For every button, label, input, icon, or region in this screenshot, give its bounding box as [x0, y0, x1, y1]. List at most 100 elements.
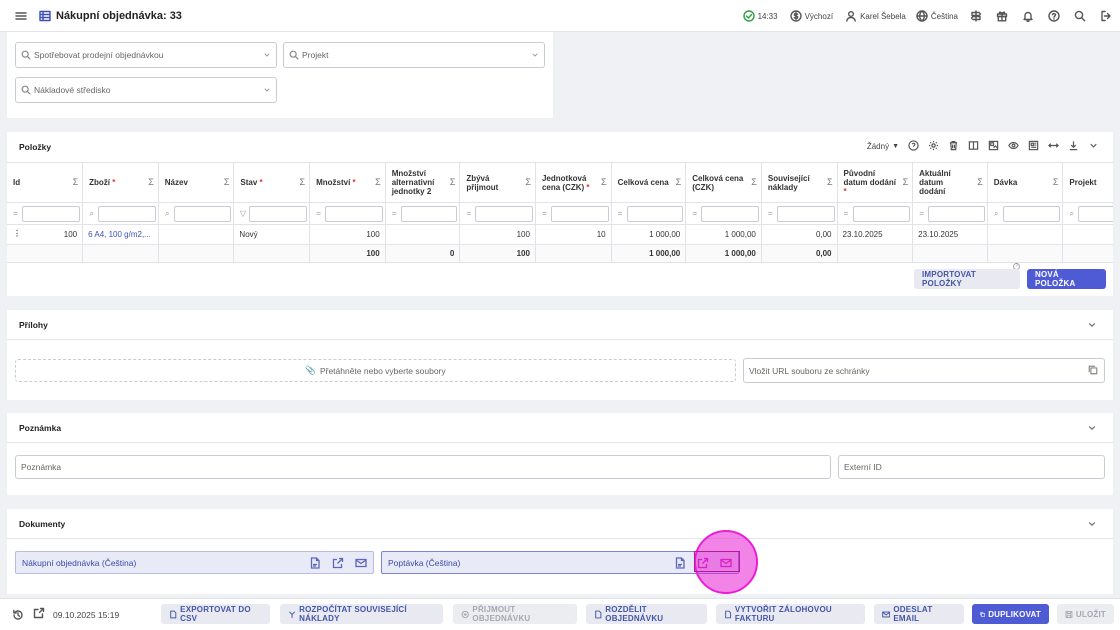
equals-icon[interactable]: =: [690, 209, 699, 218]
document-inquiry[interactable]: Poptávka (Čeština): [381, 551, 739, 574]
help-icon[interactable]: [908, 140, 919, 153]
save-button[interactable]: ULOŽIT: [1057, 604, 1114, 624]
sum-icon[interactable]: Σ: [676, 178, 682, 187]
column-header-goods[interactable]: Zboží * Σ: [82, 162, 159, 203]
search-icon[interactable]: ⌕: [163, 209, 172, 219]
table-row[interactable]: ⋮ 100 6 A4, 100 g/m2,... Nový 100 100 10 …: [7, 224, 1113, 245]
search-icon[interactable]: [1074, 10, 1086, 22]
filter-input[interactable]: [1078, 205, 1113, 222]
cost-center-field[interactable]: Nákladové středisko: [15, 77, 277, 103]
export-csv-button[interactable]: EXPORTOVAT DO CSV: [161, 604, 270, 624]
filter-input[interactable]: [928, 205, 985, 222]
cell-total-czk[interactable]: 1 000,00: [685, 224, 762, 245]
view-select[interactable]: Žádný ▼: [867, 142, 899, 151]
cell-project[interactable]: [1062, 224, 1113, 245]
equals-icon[interactable]: =: [616, 209, 625, 218]
pdf-icon[interactable]: [674, 557, 686, 571]
sum-icon[interactable]: Σ: [450, 178, 456, 187]
filter-input[interactable]: [701, 205, 759, 222]
project-field[interactable]: Projekt: [283, 42, 545, 68]
cell-quantity[interactable]: 100: [309, 224, 386, 245]
gift-icon[interactable]: [996, 10, 1008, 22]
column-header-current-date[interactable]: Aktuální datum dodání Σ: [912, 162, 988, 203]
cell-name[interactable]: [158, 224, 235, 245]
cell-unit-price[interactable]: 10: [535, 224, 612, 245]
filter-input[interactable]: [22, 205, 81, 222]
external-link-icon[interactable]: [697, 557, 709, 571]
signpost-icon[interactable]: [970, 10, 982, 22]
sum-icon[interactable]: Σ: [977, 178, 983, 187]
row-menu-icon[interactable]: ⋮: [13, 229, 21, 238]
equals-icon[interactable]: =: [390, 209, 399, 218]
equals-icon[interactable]: =: [11, 209, 20, 218]
help-icon[interactable]: [1048, 10, 1060, 22]
cell-original-date[interactable]: 23.10.2025: [837, 224, 914, 245]
filter-input[interactable]: [249, 205, 308, 222]
sum-icon[interactable]: Σ: [903, 178, 909, 187]
user-menu[interactable]: Karel Šebela: [845, 10, 906, 22]
pdf-icon[interactable]: [309, 557, 321, 571]
cell-state[interactable]: Nový: [233, 224, 311, 245]
equals-icon[interactable]: =: [766, 209, 775, 218]
sum-icon[interactable]: Σ: [224, 178, 230, 187]
equals-icon[interactable]: =: [540, 209, 549, 218]
chevron-down-icon[interactable]: [1088, 140, 1099, 153]
cell-remaining[interactable]: 100: [459, 224, 536, 245]
column-header-quantity[interactable]: Množství * Σ: [309, 162, 386, 203]
equals-icon[interactable]: =: [464, 209, 473, 218]
image-icon[interactable]: [988, 140, 999, 153]
column-header-batch[interactable]: Dávka Σ: [987, 162, 1064, 203]
filter-input[interactable]: [400, 205, 458, 222]
cell-current-date[interactable]: 23.10.2025: [912, 224, 988, 245]
equals-icon[interactable]: =: [314, 209, 323, 218]
chevron-down-icon[interactable]: [1087, 423, 1097, 433]
sum-icon[interactable]: Σ: [827, 178, 833, 187]
sum-icon[interactable]: Σ: [73, 178, 79, 187]
import-items-button[interactable]: IMPORTOVAT POLOŽKY: [914, 269, 1020, 289]
document-purchase-order[interactable]: Nákupní objednávka (Čeština): [15, 551, 374, 574]
filter-input[interactable]: [550, 205, 609, 222]
menu-icon[interactable]: [15, 10, 27, 22]
funnel-icon[interactable]: ▽: [238, 209, 247, 218]
filter-input[interactable]: [98, 205, 156, 222]
column-header-total[interactable]: Celková cena Σ: [611, 162, 687, 203]
cell-total[interactable]: 1 000,00: [611, 224, 687, 245]
column-header-total-czk[interactable]: Celková cena (CZK) Σ: [685, 162, 762, 203]
email-icon[interactable]: [720, 557, 732, 571]
settings-icon[interactable]: [928, 140, 939, 153]
currency-selector[interactable]: Výchozí: [789, 10, 833, 22]
cell-related-costs[interactable]: 0,00: [761, 224, 838, 245]
column-header-name[interactable]: Název Σ: [158, 162, 235, 203]
sum-icon[interactable]: Σ: [525, 178, 531, 187]
search-icon[interactable]: ⌕: [992, 209, 1001, 219]
calculate-costs-button[interactable]: ROZPOČÍTAT SOUVISEJÍCÍ NÁKLADY: [280, 604, 443, 624]
column-header-alt-quantity[interactable]: Množství alternativní jednotky 2 Σ: [385, 162, 461, 203]
copy-icon[interactable]: [1088, 365, 1098, 375]
filter-input[interactable]: [325, 205, 383, 222]
bell-icon[interactable]: [1022, 10, 1034, 22]
filter-input[interactable]: [1002, 205, 1061, 222]
column-header-state[interactable]: Stav * Σ: [233, 162, 311, 203]
equals-icon[interactable]: =: [917, 209, 926, 218]
column-header-remaining[interactable]: Zbývá přijmout Σ: [459, 162, 536, 203]
duplicate-button[interactable]: DUPLIKOVAT: [972, 604, 1049, 624]
sum-icon[interactable]: Σ: [751, 178, 757, 187]
sum-icon[interactable]: Σ: [299, 178, 305, 187]
sum-icon[interactable]: Σ: [148, 178, 154, 187]
column-header-original-date[interactable]: Původní datum dodání * Σ: [837, 162, 914, 203]
receive-order-button[interactable]: PŘIJMOUT OBJEDNÁVKU: [453, 604, 577, 624]
note-header[interactable]: Poznámka: [7, 413, 1113, 443]
consume-sales-order-field[interactable]: Spotřebovat prodejní objednávkou: [15, 42, 277, 68]
note-input[interactable]: Poznámka: [15, 455, 831, 479]
sync-status[interactable]: 14:33: [742, 10, 778, 22]
search-icon[interactable]: ⌕: [1067, 209, 1076, 219]
split-order-button[interactable]: ROZDĚLIT OBJEDNÁVKU: [586, 604, 707, 624]
column-header-id[interactable]: Id Σ: [7, 162, 84, 203]
filter-input[interactable]: [776, 205, 835, 222]
sum-icon[interactable]: Σ: [1053, 178, 1059, 187]
new-item-button[interactable]: NOVÁ POLOŽKA: [1027, 269, 1106, 289]
eye-icon[interactable]: [1008, 140, 1019, 153]
filter-input[interactable]: [475, 205, 533, 222]
search-icon[interactable]: ⌕: [87, 209, 96, 219]
download-icon[interactable]: [1068, 140, 1079, 153]
